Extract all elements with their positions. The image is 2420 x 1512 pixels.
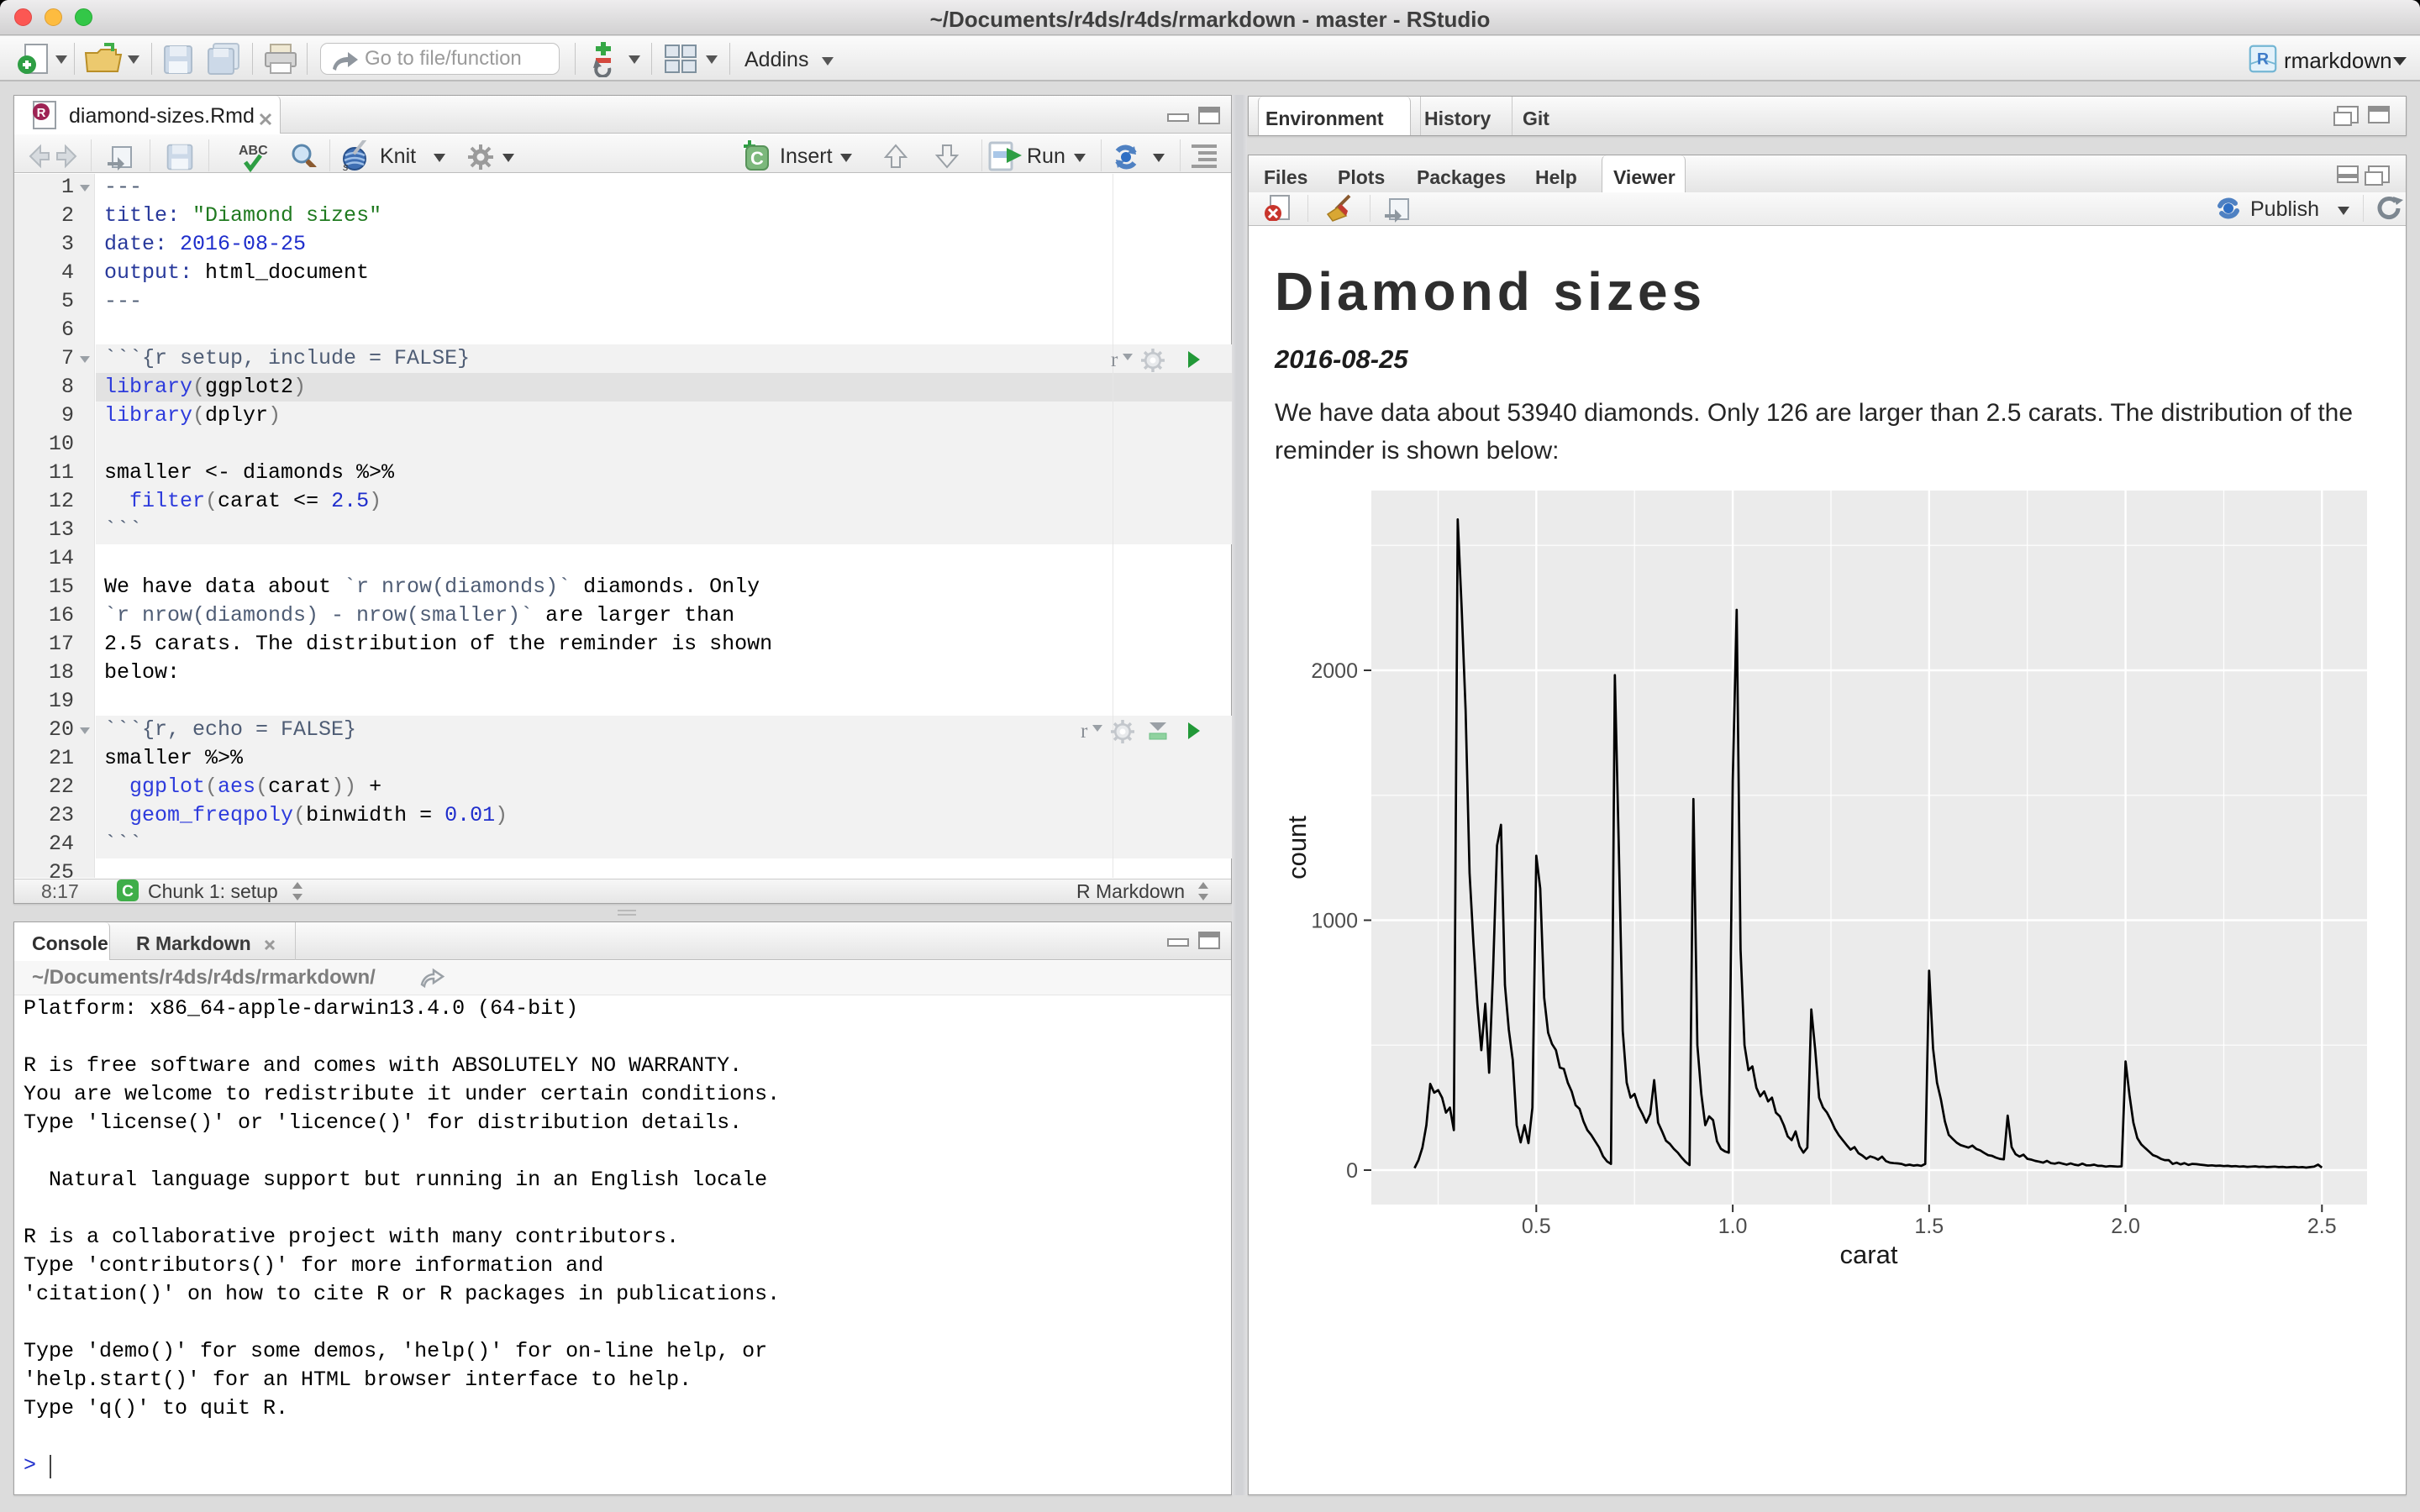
- svg-text:R: R: [2257, 50, 2269, 68]
- svg-text:C: C: [750, 148, 764, 169]
- svg-text:2.5: 2.5: [2307, 1215, 2337, 1238]
- svg-text:2000: 2000: [1311, 659, 1358, 683]
- svg-text:1.5: 1.5: [1914, 1215, 1944, 1238]
- svg-text:R: R: [37, 106, 46, 120]
- svg-text:0: 0: [1346, 1159, 1358, 1183]
- svg-text:count: count: [1282, 816, 1312, 879]
- svg-text:1.0: 1.0: [1718, 1215, 1748, 1238]
- svg-text:C: C: [122, 883, 134, 900]
- svg-text:2.0: 2.0: [2111, 1215, 2140, 1238]
- svg-text:carat: carat: [1840, 1240, 1898, 1269]
- svg-text:ABC: ABC: [239, 144, 268, 158]
- svg-text:s: s: [343, 160, 349, 173]
- svg-text:0.5: 0.5: [1522, 1215, 1551, 1238]
- svg-text:1000: 1000: [1311, 910, 1358, 933]
